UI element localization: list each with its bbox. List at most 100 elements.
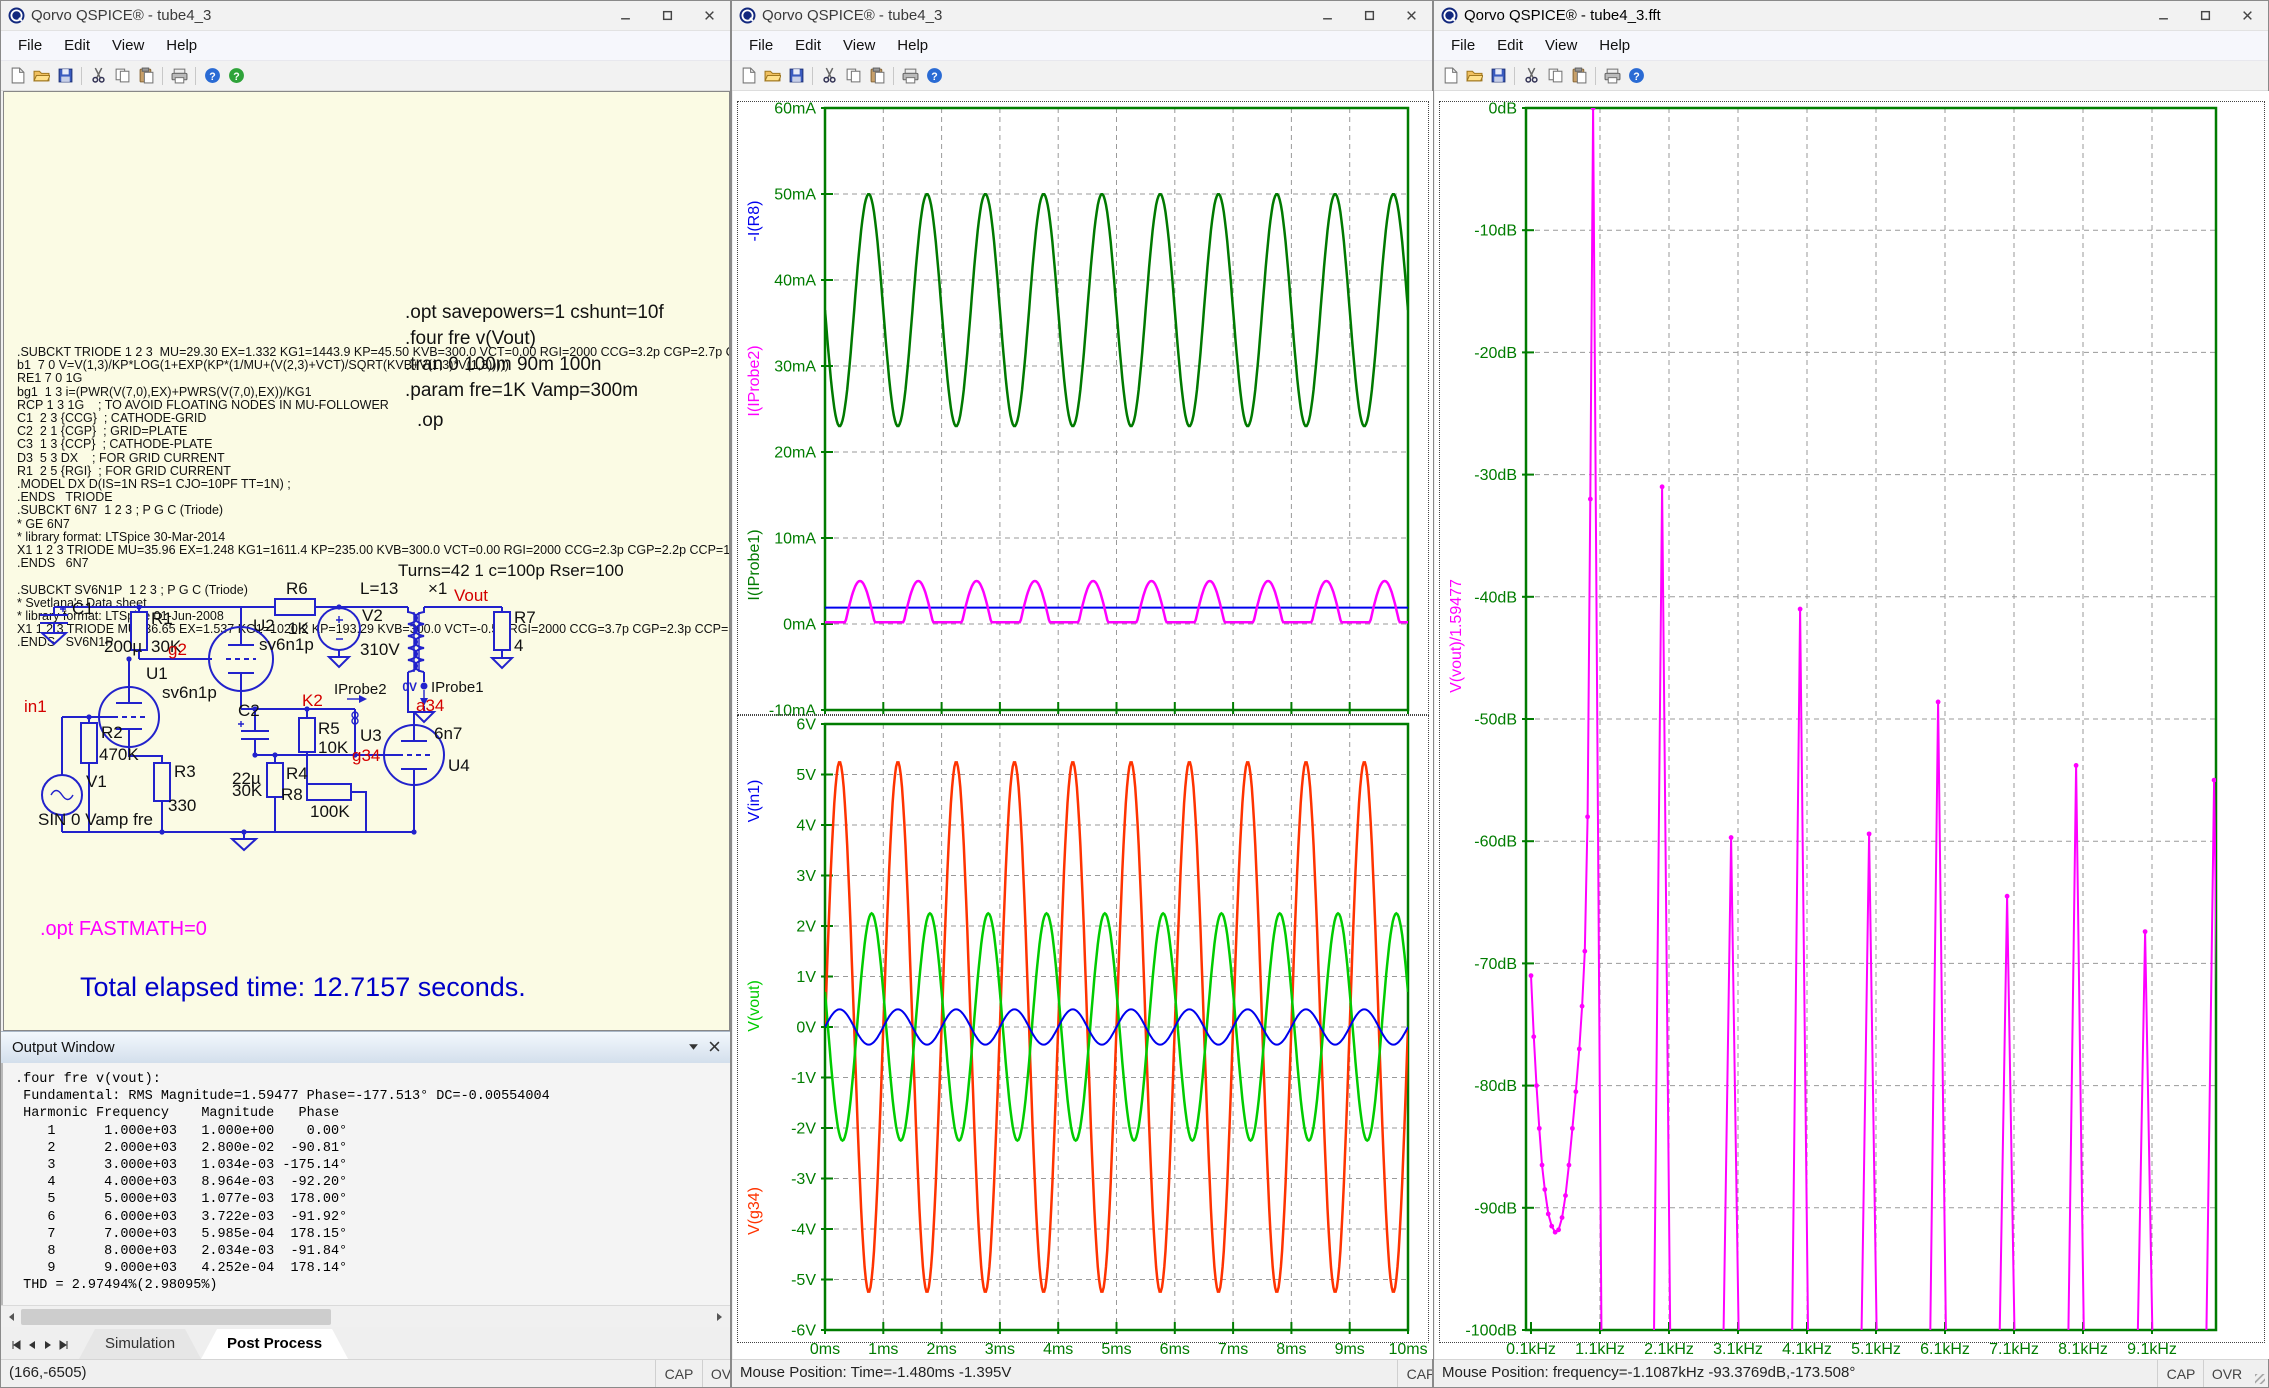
menu-help[interactable]: Help (155, 37, 208, 54)
menu-help[interactable]: Help (1588, 37, 1641, 54)
cut-icon[interactable] (86, 64, 110, 88)
label-r3: R3 (174, 762, 196, 781)
label-r6-value: 1K (288, 619, 309, 638)
maximize-button[interactable] (646, 1, 688, 30)
menu-edit[interactable]: Edit (784, 37, 832, 54)
tab-nav[interactable] (1, 1340, 79, 1359)
help-icon[interactable]: ? (200, 64, 224, 88)
maximize-button[interactable] (1348, 1, 1390, 30)
scroll-left-icon[interactable] (3, 1308, 21, 1326)
fft-panel-border (1439, 101, 2265, 1343)
scroll-right-icon[interactable] (710, 1308, 728, 1326)
paste-icon[interactable] (1567, 64, 1591, 88)
menubar[interactable]: FileEditViewHelp (732, 31, 1432, 61)
menu-file[interactable]: File (738, 37, 784, 54)
new-file-icon[interactable] (736, 64, 760, 88)
toolbar[interactable]: ? (1434, 61, 2268, 91)
minimize-button[interactable] (1306, 1, 1348, 30)
label-u1: U1 (146, 664, 168, 683)
first-tab-icon (11, 1340, 21, 1350)
chevron-down-icon[interactable] (688, 1039, 699, 1057)
print-icon[interactable] (167, 64, 191, 88)
svg-text:?: ? (209, 71, 215, 83)
tab-post-process[interactable]: Post Process (201, 1329, 348, 1359)
cursor-coordinates: (166,-6505) (9, 1364, 87, 1381)
label-r7-value: 4 (514, 636, 523, 655)
schematic-canvas[interactable]: .SUBCKT TRIODE 1 2 3 MU=29.30 EX=1.332 K… (3, 91, 730, 1031)
print-icon[interactable] (1600, 64, 1624, 88)
last-tab-icon (59, 1340, 69, 1350)
open-folder-icon[interactable] (29, 64, 53, 88)
menu-help[interactable]: Help (886, 37, 939, 54)
toolbar[interactable]: ? (732, 61, 1432, 91)
close-button[interactable] (1390, 1, 1432, 30)
scrollbar-thumb[interactable] (21, 1309, 331, 1325)
tab-simulation[interactable]: Simulation (79, 1329, 201, 1359)
svg-text:8.1kHz: 8.1kHz (2058, 1341, 2108, 1358)
qspice-app-icon (739, 7, 756, 24)
web-help-icon[interactable]: ? (224, 64, 248, 88)
print-icon[interactable] (898, 64, 922, 88)
toolbar[interactable]: ?? (1, 61, 730, 91)
waveform-plot-area[interactable]: 60mA50mA40mA30mA20mA10mA0mA-10mA-I(R8)I(… (733, 91, 1433, 1359)
label-r1: R1 (151, 609, 173, 628)
label-u3: U3 (360, 726, 382, 745)
menu-file[interactable]: File (1440, 37, 1486, 54)
paste-icon[interactable] (865, 64, 889, 88)
label-c1: C1 (72, 599, 94, 618)
open-folder-icon[interactable] (760, 64, 784, 88)
menubar[interactable]: FileEditViewHelp (1434, 31, 2268, 61)
menu-edit[interactable]: Edit (1486, 37, 1534, 54)
save-icon[interactable] (784, 64, 808, 88)
label-r2-value: 470K (99, 745, 139, 764)
menu-edit[interactable]: Edit (53, 37, 101, 54)
resize-grip[interactable] (2255, 1374, 2265, 1384)
titlebar[interactable]: Qorvo QSPICE® - tube4_3.fft (1434, 1, 2268, 31)
close-button[interactable] (688, 1, 730, 30)
copy-icon[interactable] (1543, 64, 1567, 88)
save-icon[interactable] (1486, 64, 1510, 88)
help-icon[interactable]: ? (1624, 64, 1648, 88)
label-transformer-ratio: ×1 (428, 579, 447, 598)
menu-view[interactable]: View (832, 37, 886, 54)
close-output-icon[interactable] (709, 1039, 720, 1057)
fourier-output-text[interactable]: .four fre v(vout): Fundamental: RMS Magn… (1, 1063, 730, 1305)
new-file-icon[interactable] (1438, 64, 1462, 88)
toolbar-separator (1595, 67, 1596, 85)
titlebar[interactable]: Qorvo QSPICE® - tube4_3 (732, 1, 1432, 31)
paste-icon[interactable] (134, 64, 158, 88)
maximize-button[interactable] (2184, 1, 2226, 30)
directive-op: .op (417, 410, 443, 432)
close-button[interactable] (2226, 1, 2268, 30)
help-icon[interactable]: ? (922, 64, 946, 88)
titlebar[interactable]: Qorvo QSPICE® - tube4_3 (1, 1, 730, 31)
cut-icon[interactable] (1519, 64, 1543, 88)
fastmath-directive: .opt FASTMATH=0 (40, 918, 207, 941)
copy-icon[interactable] (841, 64, 865, 88)
directive-opt: .opt savepowers=1 cshunt=10f (405, 302, 664, 324)
copy-icon[interactable] (110, 64, 134, 88)
fft-plot-area[interactable]: 0dB-10dB-20dB-30dB-40dB-50dB-60dB-70dB-8… (1435, 91, 2269, 1359)
menu-file[interactable]: File (7, 37, 53, 54)
svg-text:10ms: 10ms (1388, 1341, 1427, 1358)
open-folder-icon[interactable] (1462, 64, 1486, 88)
minimize-button[interactable] (604, 1, 646, 30)
cut-icon[interactable] (817, 64, 841, 88)
output-horizontal-scrollbar[interactable] (1, 1305, 730, 1327)
svg-text:?: ? (931, 71, 937, 83)
new-file-icon[interactable] (5, 64, 29, 88)
menubar[interactable]: FileEditViewHelp (1, 31, 730, 61)
output-window-header[interactable]: Output Window (1, 1031, 730, 1063)
label-u2: U2 (253, 616, 275, 635)
label-node-g2: g2 (168, 640, 187, 659)
toolbar-separator (81, 67, 82, 85)
save-icon[interactable] (53, 64, 77, 88)
current-panel-border (737, 101, 1429, 715)
label-transformer-turns: Turns=42 1 c=100p Rser=100 (398, 561, 624, 580)
menu-view[interactable]: View (1534, 37, 1588, 54)
menu-view[interactable]: View (101, 37, 155, 54)
svg-text:?: ? (233, 71, 239, 83)
output-window-title: Output Window (12, 1039, 115, 1056)
schematic-drawing[interactable]: C1 200µ R1 30K g2 U1 sv6n1p in1 R2 470K … (10, 560, 728, 862)
minimize-button[interactable] (2142, 1, 2184, 30)
